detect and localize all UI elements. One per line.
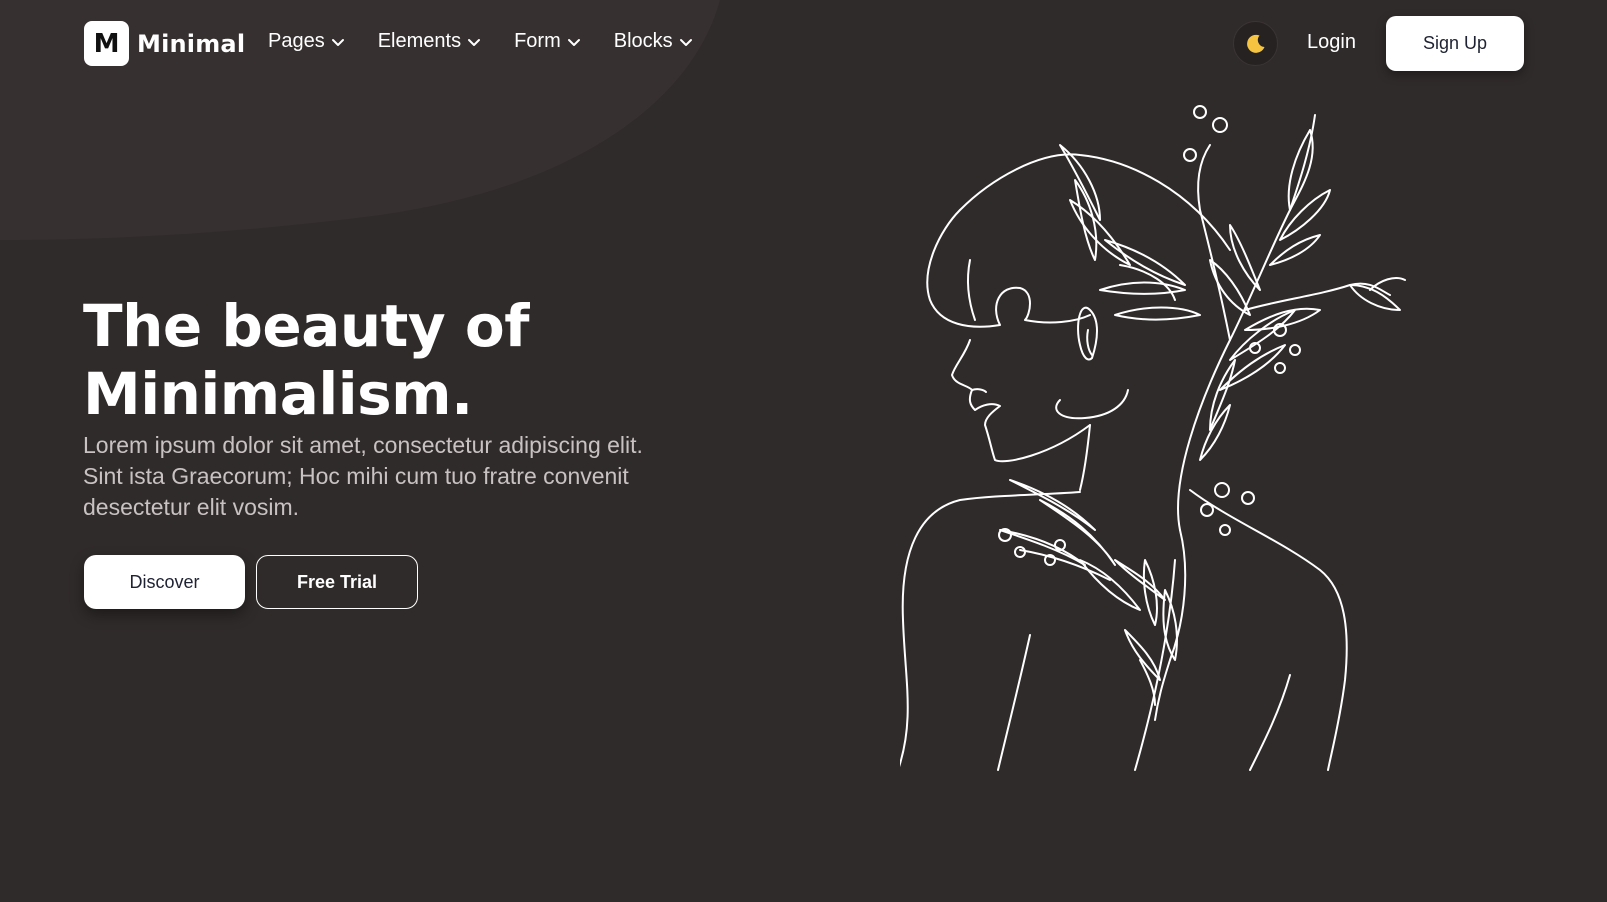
menu-item-pages[interactable]: Pages [268, 30, 345, 53]
chevron-down-icon [468, 38, 481, 46]
hero-title: The beauty of Minimalism. [83, 292, 683, 428]
logo-mark-icon: M [84, 21, 129, 66]
main-menu: Pages Elements Form Blocks [268, 30, 726, 53]
menu-item-form[interactable]: Form [514, 30, 581, 53]
hero-title-line-2: Minimalism. [83, 360, 473, 428]
hero-title-line-1: The beauty of [83, 292, 529, 360]
menu-item-label: Elements [377, 30, 462, 52]
discover-button[interactable]: Discover [84, 555, 245, 609]
menu-item-label: Form [514, 30, 561, 52]
menu-item-label: Pages [268, 30, 325, 52]
top-navbar: M Minimal Pages Elements Form Blocks Log… [0, 0, 1607, 88]
brand-name: Minimal [137, 29, 246, 58]
login-link[interactable]: Login [1307, 31, 1356, 54]
signup-button[interactable]: Sign Up [1386, 16, 1524, 71]
menu-item-blocks[interactable]: Blocks [614, 30, 693, 53]
line-art-illustration [900, 105, 1406, 771]
moon-icon [1246, 34, 1264, 53]
chevron-down-icon [679, 38, 692, 46]
menu-item-elements[interactable]: Elements [378, 30, 481, 53]
menu-item-label: Blocks [613, 30, 673, 52]
chevron-down-icon [567, 38, 580, 46]
theme-toggle-button[interactable] [1233, 21, 1278, 66]
chevron-down-icon [331, 38, 344, 46]
brand-logo[interactable]: M Minimal [84, 21, 245, 66]
hero-description: Lorem ipsum dolor sit amet, consectetur … [83, 432, 643, 520]
free-trial-button[interactable]: Free Trial [256, 555, 418, 609]
